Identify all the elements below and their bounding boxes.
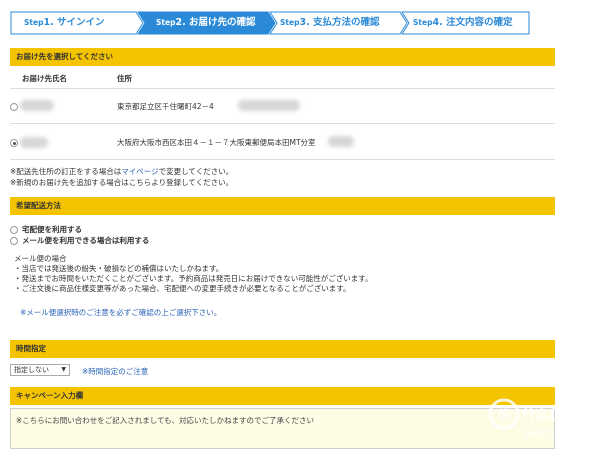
logo-mark-text: 值 — [497, 407, 510, 423]
campaign-input[interactable]: ※こちらにお問い合わせをご記入されましても、対応いたしかねますのでご了承ください — [10, 408, 555, 449]
divider — [10, 159, 555, 160]
step-1[interactable]: Step1. サインイン — [24, 11, 105, 35]
divider — [10, 123, 555, 124]
step-3: Step3. 支払方法の確認 — [280, 17, 380, 28]
address-text-2: 大阪府大阪市西区本田４－１－７大阪東郵便局本田MT分室 — [117, 138, 316, 147]
time-section-header: 時間指定 — [10, 340, 555, 358]
delivery-radio-mailbin[interactable] — [10, 237, 18, 245]
step-4: Step4. 注文内容の確定 — [413, 17, 513, 28]
mail-warning-link[interactable]: ※メール便選択時のご注意を必ずご確認の上ご選択下さい。 — [20, 307, 221, 318]
address-redacted-1 — [238, 100, 300, 111]
checkout-steps: Step1. サインイン Step2. お届け先の確認 Step3. 支払方法の… — [10, 11, 530, 35]
delivery-section-header: 希望配送方法 — [10, 197, 555, 215]
mail-note-3: ・ご注文後に商品住様変更等があった場合、宅配便への変更手続きが必要となることがご… — [14, 284, 351, 293]
smzdm-watermark-logo: 值 什么值得买 SMZDM.COM — [488, 398, 592, 440]
recipient-name-redacted-2 — [20, 137, 48, 148]
mypage-link[interactable]: マイページ — [121, 167, 158, 176]
time-select[interactable]: 指定しない ▼ — [10, 364, 70, 376]
address-note-1: ※配送先住所の訂正をする場合はマイページで変更してください。 — [10, 167, 234, 176]
step-2-current: Step2. お届け先の確認 — [156, 17, 256, 28]
campaign-section-header: キャンペーン入力欄 — [10, 387, 555, 405]
recipient-name-redacted-1 — [20, 100, 54, 111]
delivery-option-takuhaibin[interactable]: 宅配便を利用する — [22, 224, 82, 235]
time-note-link[interactable]: ※時間指定のご注意 — [82, 366, 148, 377]
address-redacted-2 — [328, 136, 354, 147]
column-header-address: 住所 — [117, 74, 132, 83]
delivery-radio-takuhaibin[interactable] — [10, 226, 18, 234]
delivery-option-mailbin[interactable]: メール便を利用できる場合は利用する — [22, 235, 149, 246]
chevron-down-icon: ▼ — [61, 366, 66, 373]
logo-domain: SMZDM.COM — [524, 430, 591, 440]
address-radio-2[interactable] — [10, 139, 18, 147]
divider — [10, 88, 555, 89]
address-note-2: ※新規のお届け先を追加する場合はこちらより登録してください。 — [10, 178, 234, 187]
address-radio-1[interactable] — [10, 103, 18, 111]
logo-text: 什么值得买 — [522, 406, 592, 423]
address-text-1: 東京都足立区千住曙町42－4 — [117, 102, 214, 111]
address-section-header: お届け先を選択してください — [10, 48, 555, 66]
column-header-name: お届け先氏名 — [22, 74, 67, 83]
